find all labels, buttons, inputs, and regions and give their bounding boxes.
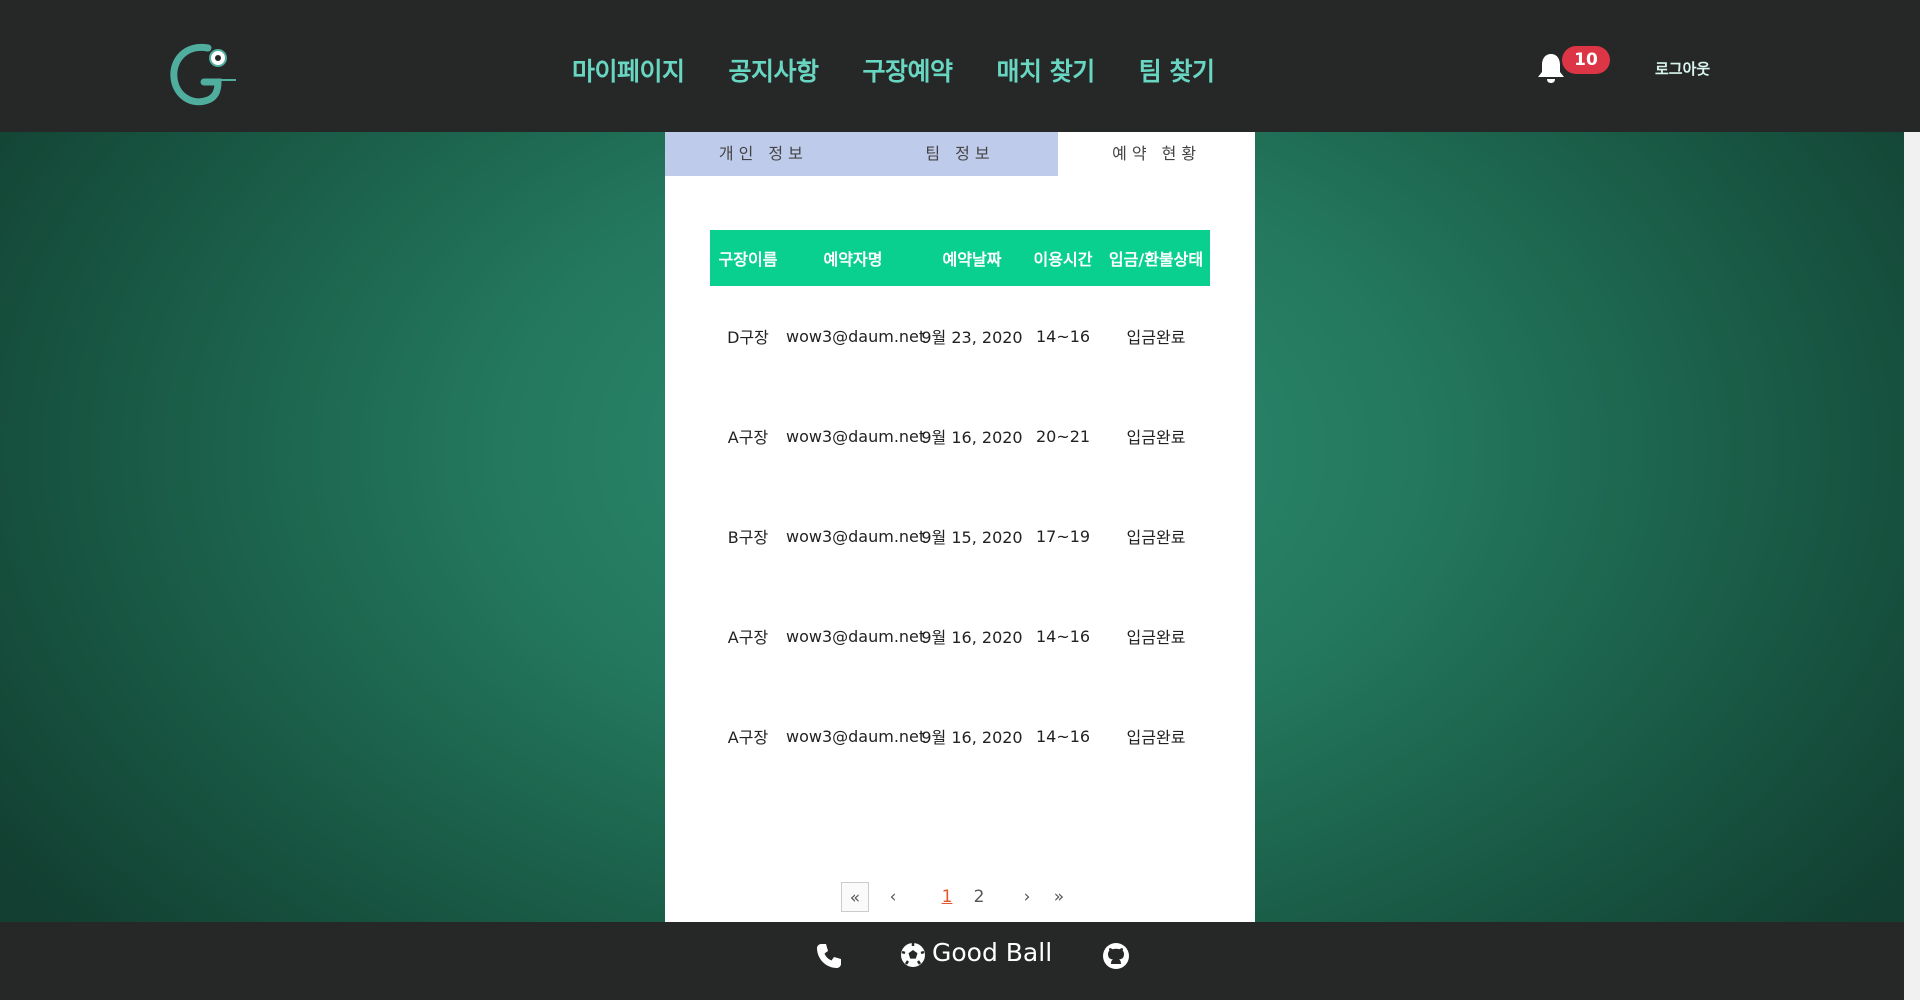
cell-status: 입금완료: [1126, 328, 1186, 347]
cell-date: 9월 16, 2020: [921, 728, 1023, 747]
cell-status: 입금완료: [1126, 728, 1186, 747]
cell-reserver: wow3@daum.net: [786, 526, 926, 546]
cell-date: 9월 16, 2020: [921, 428, 1023, 447]
table-row: D구장 wow3@daum.net 9월 23, 2020 14~16 입금완료: [710, 286, 1210, 386]
table-row: A구장 wow3@daum.net 9월 16, 2020 20~21 입금완료: [710, 386, 1210, 486]
mypage-panel: 개인 정보 팀 정보 예약 현황 구장이름 예약자명 예약날짜 이용시간 입금/…: [665, 132, 1255, 922]
page-1-button[interactable]: 1: [937, 882, 957, 912]
cell-field-name: A구장: [727, 428, 769, 447]
logout-link[interactable]: 로그아웃: [1655, 58, 1710, 79]
cell-reserver: wow3@daum.net: [786, 426, 926, 446]
cell-status: 입금완료: [1126, 628, 1186, 647]
nav-find-team[interactable]: 팀 찾기: [1139, 52, 1215, 88]
cell-status: 입금완료: [1126, 528, 1186, 547]
github-icon[interactable]: [1102, 942, 1130, 970]
cell-reserver: wow3@daum.net: [786, 726, 926, 746]
nav-mypage[interactable]: 마이페이지: [572, 52, 685, 88]
table-header: 구장이름 예약자명 예약날짜 이용시간 입금/환불상태: [710, 230, 1210, 286]
cell-date: 9월 15, 2020: [921, 528, 1023, 547]
cell-date: 9월 23, 2020: [921, 328, 1023, 347]
nav-reservation[interactable]: 구장예약: [863, 52, 954, 88]
first-page-button[interactable]: «: [841, 882, 869, 912]
scrollbar[interactable]: [1904, 132, 1920, 1000]
cell-date: 9월 16, 2020: [921, 628, 1023, 647]
table-row: A구장 wow3@daum.net 9월 16, 2020 14~16 입금완료: [710, 586, 1210, 686]
cell-time: 20~21: [1035, 426, 1091, 446]
nav-find-match[interactable]: 매치 찾기: [997, 52, 1096, 88]
top-header: 마이페이지 공지사항 구장예약 매치 찾기 팀 찾기 10 로그아웃: [0, 0, 1920, 132]
tab-personal-info[interactable]: 개인 정보: [665, 132, 862, 176]
cell-field-name: B구장: [727, 528, 769, 547]
cell-field-name: A구장: [727, 628, 769, 647]
column-header: 예약자명: [823, 250, 883, 269]
cell-reserver: wow3@daum.net: [786, 326, 926, 346]
cell-status: 입금완료: [1126, 428, 1186, 447]
tab-team-info[interactable]: 팀 정보: [861, 132, 1059, 176]
cell-time: 17~19: [1035, 526, 1091, 546]
column-header: 구장이름: [718, 250, 778, 269]
reservation-table: 구장이름 예약자명 예약날짜 이용시간 입금/환불상태 D구장 wow3@dau…: [710, 230, 1210, 786]
table-row: A구장 wow3@daum.net 9월 16, 2020 14~16 입금완료: [710, 686, 1210, 786]
column-header: 예약날짜: [942, 250, 1002, 269]
pagination: « ‹ 1 2 › »: [841, 882, 1081, 912]
phone-icon[interactable]: [815, 942, 843, 970]
page-2-button[interactable]: 2: [969, 882, 989, 912]
column-header: 입금/환불상태: [1108, 250, 1204, 269]
main-nav: 마이페이지 공지사항 구장예약 매치 찾기 팀 찾기: [572, 52, 1215, 88]
cell-field-name: D구장: [727, 328, 769, 347]
cell-reserver: wow3@daum.net: [786, 626, 926, 646]
next-page-button[interactable]: ›: [1017, 882, 1037, 912]
logo[interactable]: [168, 40, 240, 110]
column-header: 이용시간: [1033, 250, 1093, 269]
footer: Good Ball: [0, 922, 1904, 1000]
cell-field-name: A구장: [727, 728, 769, 747]
tab-bar: 개인 정보 팀 정보 예약 현황: [665, 132, 1255, 176]
cell-time: 14~16: [1035, 626, 1091, 646]
tab-reservation-status[interactable]: 예약 현황: [1058, 132, 1255, 176]
table-row: B구장 wow3@daum.net 9월 15, 2020 17~19 입금완료: [710, 486, 1210, 586]
cell-time: 14~16: [1035, 326, 1091, 346]
notification-badge[interactable]: 10: [1562, 46, 1610, 74]
footer-brand: Good Ball: [932, 938, 1053, 967]
cell-time: 14~16: [1035, 726, 1091, 746]
soccer-ball-icon: [901, 943, 925, 967]
prev-page-button[interactable]: ‹: [883, 882, 903, 912]
last-page-button[interactable]: »: [1047, 882, 1071, 912]
nav-notice[interactable]: 공지사항: [729, 52, 820, 88]
